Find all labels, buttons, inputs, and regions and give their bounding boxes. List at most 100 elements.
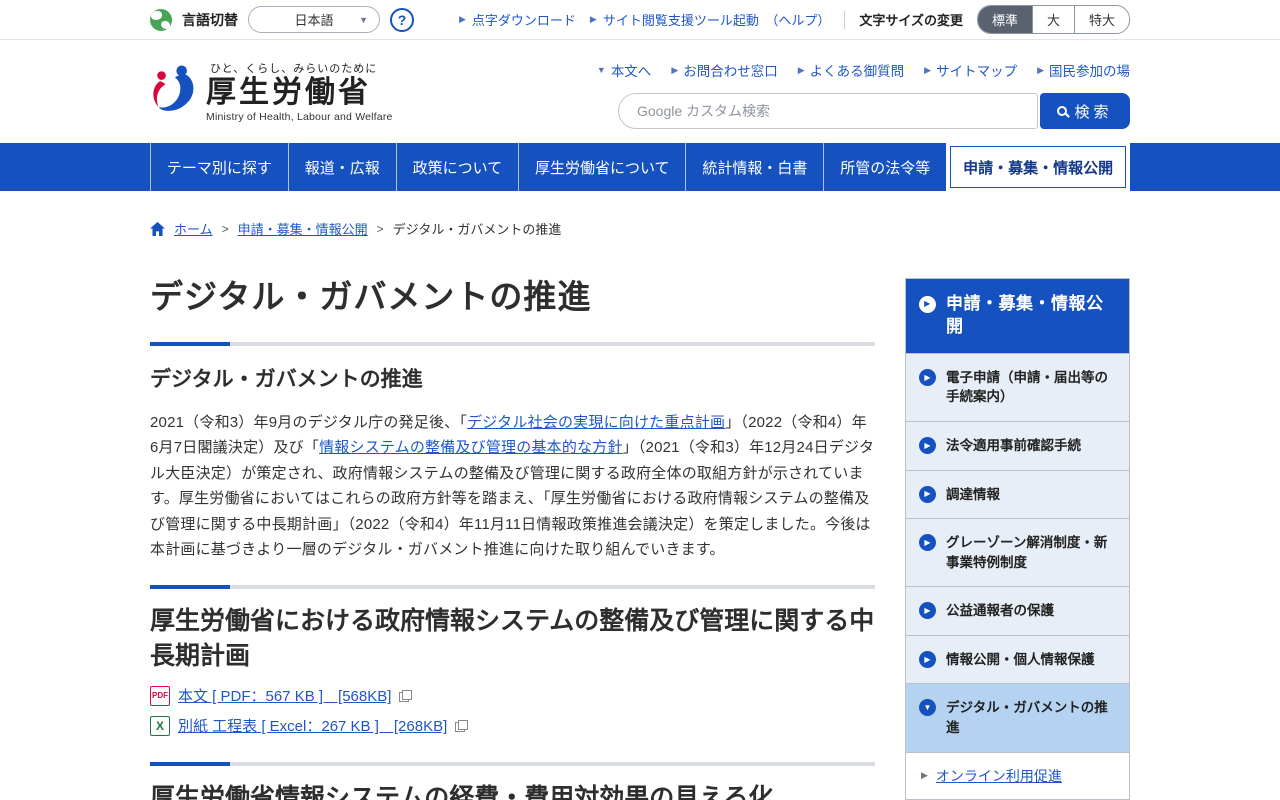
nav-item-2[interactable]: 政策について — [395, 143, 518, 191]
breadcrumb-link-1[interactable]: 申請・募集・情報公開 — [238, 219, 368, 238]
sidebar-item-7[interactable]: ▼ デジタル・ガバメントの推進 — [906, 684, 1129, 753]
sidebar-item-4[interactable]: ▶ グレーゾーン解消制度・新事業特例制度 — [906, 519, 1129, 588]
external-link-icon — [455, 719, 469, 732]
excel-icon: X — [150, 715, 170, 736]
page-title: デジタル・ガバメントの推進 — [150, 278, 592, 315]
sidebar-item-1[interactable]: ▶ 電子申請（申請・届出等の手続案内） — [906, 353, 1129, 422]
site-header: ひと、くらし、みらいのために 厚生労働省 Ministry of Health,… — [0, 40, 1280, 143]
quick-link-2[interactable]: よくある御質問 — [810, 60, 905, 80]
breadcrumb-current: デジタル・ガバメントの推進 — [392, 222, 562, 237]
sidebar-item-0[interactable]: ▶ 申請・募集・情報公開 — [906, 279, 1129, 354]
nav-item-3[interactable]: 厚生労働省について — [518, 143, 685, 191]
search-input[interactable] — [618, 93, 1038, 129]
circle-arrow-right-icon: ▶ — [919, 368, 936, 386]
sidebar-item-label: 法令適用事前確認手続 — [946, 438, 1081, 453]
search-button-label: 検索 — [1074, 103, 1113, 121]
mhlw-logo-icon — [150, 63, 198, 120]
pdf-icon: PDF — [150, 685, 170, 706]
file-list: PDF 本文 [ PDF：567 KB ] [568KB] X 別紙 工程表 [ Ex… — [150, 684, 875, 738]
file-row-0: PDF 本文 [ PDF：567 KB ] [568KB] — [150, 684, 875, 708]
content: デジタル・ガバメントの推進 デジタル・ガバメントの推進 2021（令和3）年9月… — [150, 238, 1130, 800]
intro-paragraph: 2021（令和3）年9月のデジタル庁の発足後、「デジタル社会の実現に向けた重点計… — [150, 413, 875, 559]
file-link-1[interactable]: 別紙 工程表 [ Excel：267 KB ] [268KB] — [178, 715, 447, 736]
main-column: デジタル・ガバメントの推進 デジタル・ガバメントの推進 2021（令和3）年9月… — [150, 238, 875, 800]
sidebar-item-label: 調達情報 — [946, 486, 1000, 502]
quick-link-0[interactable]: 本文へ — [611, 60, 652, 80]
nav-item-1[interactable]: 報道・広報 — [287, 143, 396, 191]
quick-link-3[interactable]: サイトマップ — [936, 60, 1017, 80]
quick-link-item: ▶ お問合わせ窓口 — [671, 60, 777, 80]
language-select[interactable]: 日本語 ▼ — [248, 6, 380, 33]
font-size-label: 文字サイズの変更 — [859, 13, 963, 28]
breadcrumb-trail: ホーム > 申請・募集・情報公開 > デジタル・ガバメントの推進 — [174, 219, 561, 238]
file-link-0[interactable]: 本文 [ PDF：567 KB ] [568KB] — [178, 685, 391, 706]
sidebar-item-6[interactable]: ▶ 情報公開・個人情報保護 — [906, 635, 1129, 685]
circle-arrow-right-icon: ▶ — [919, 534, 936, 552]
language-select-value: 日本語 — [294, 13, 334, 28]
inline-link[interactable]: 情報システムの整備及び管理の基本的な方針 — [319, 439, 623, 456]
quick-link-1[interactable]: お問合わせ窓口 — [683, 60, 778, 80]
circle-arrow-right-icon: ▶ — [919, 602, 936, 620]
utility-links: ▶ 点字ダウンロード ▶ サイト閲覧支援ツール起動 （ヘルプ） — [459, 10, 830, 29]
search-button[interactable]: 検索 — [1040, 93, 1130, 129]
circle-arrow-right-icon: ▶ — [919, 296, 936, 313]
sidebar: ▶ 申請・募集・情報公開 ▶ 電子申請（申請・届出等の手続案内） ▶ 法令適用事前確認手続… — [905, 278, 1130, 800]
logo-text: ひと、くらし、みらいのために 厚生労働省 Ministry of Health,… — [206, 60, 393, 123]
breadcrumb: ホーム > 申請・募集・情報公開 > デジタル・ガバメントの推進 — [150, 219, 1130, 238]
help-icon[interactable]: ? — [390, 7, 414, 32]
quick-link-4[interactable]: 国民参加の場 — [1049, 60, 1130, 80]
sidebar-item-label: 電子申請（申請・届出等の手続案内） — [946, 369, 1108, 405]
breadcrumb-link-0[interactable]: ホーム — [174, 219, 213, 238]
circle-arrow-down-icon: ▼ — [919, 699, 936, 717]
circle-arrow-right-icon: ▶ — [919, 437, 936, 454]
sidebar-item-label: グレーゾーン解消制度・新事業特例制度 — [946, 535, 1108, 570]
nav-item-4[interactable]: 統計情報・白書 — [685, 143, 823, 191]
sidebar-sub-link-0[interactable]: オンライン利用促進 — [936, 766, 1062, 786]
inline-link[interactable]: デジタル社会の実現に向けた重点計画 — [467, 414, 725, 431]
sidebar-item-label: デジタル・ガバメントの推進 — [946, 700, 1108, 735]
logo-tagline: ひと、くらし、みらいのために — [210, 63, 378, 76]
search-bar: 検索 — [618, 93, 1130, 129]
arrow-right-icon: ▶ — [458, 14, 466, 24]
arrow-down-icon: ▼ — [596, 65, 606, 75]
chevron-down-icon: ▼ — [359, 15, 368, 25]
circle-arrow-right-icon: ▶ — [919, 485, 936, 503]
global-nav-items: テーマ別に探す 報道・広報 政策について 厚生労働省について 統計情報・白書 所管の法令等… — [150, 143, 1130, 191]
globe-icon — [150, 8, 172, 31]
sidebar-sub-item-0: ▶ オンライン利用促進 — [906, 752, 1129, 800]
section-divider — [150, 341, 875, 346]
sidebar-item-label: 公益通報者の保護 — [946, 603, 1054, 619]
file-row-1: X 別紙 工程表 [ Excel：267 KB ] [268KB] — [150, 714, 875, 738]
utility-link[interactable]: サイト閲覧支援ツール起動 （ヘルプ） — [603, 10, 831, 29]
font-size-button-1[interactable]: 大 — [1031, 6, 1074, 33]
utility-link[interactable]: 点字ダウンロード — [472, 10, 576, 29]
utility-bar: 言語切替 日本語 ▼ ? ▶ 点字ダウンロード ▶ サイト閲覧支援ツール起動 （ヘルプ… — [0, 0, 1280, 40]
site-name: 厚生労働省 — [206, 76, 371, 110]
nav-item-6[interactable]: 申請・募集・情報公開 — [946, 143, 1130, 191]
circle-arrow-right-icon: ▶ — [919, 650, 936, 668]
nav-item-5[interactable]: 所管の法令等 — [823, 143, 946, 191]
sidebar-item-label: 情報公開・個人情報保護 — [946, 651, 1095, 667]
external-link-icon — [399, 689, 413, 702]
header-quick-links: ▼ 本文へ ▶ お問合わせ窓口 ▶ よくある御質問 ▶ サイトマップ ▶ 国民参加の場 — [597, 60, 1130, 80]
site-logo[interactable]: ひと、くらし、みらいのために 厚生労働省 Ministry of Health,… — [150, 60, 393, 123]
font-size-button-0[interactable]: 標準 — [977, 6, 1032, 33]
breadcrumb-separator: > — [376, 221, 384, 236]
quick-link-item: ▶ 国民参加の場 — [1037, 60, 1130, 80]
font-size-button-2[interactable]: 特大 — [1073, 6, 1129, 33]
sidebar-item-5[interactable]: ▶ 公益通報者の保護 — [906, 587, 1129, 636]
arrow-right-icon: ▶ — [921, 770, 928, 780]
breadcrumb-separator: > — [221, 221, 229, 236]
global-nav: テーマ別に探す 報道・広報 政策について 厚生労働省について 統計情報・白書 所管の法令等… — [0, 143, 1280, 191]
vertical-divider — [844, 10, 846, 29]
arrow-right-icon: ▶ — [924, 64, 932, 75]
nav-item-0[interactable]: テーマ別に探す — [150, 143, 288, 191]
sidebar-item-2[interactable]: ▶ 法令適用事前確認手続 — [906, 422, 1129, 471]
quick-link-item: ▶ よくある御質問 — [798, 60, 904, 80]
quick-link-item: ▼ 本文へ — [597, 60, 651, 80]
section2-heading: 厚生労働省における政府情報システムの整備及び管理に関する中長期計画 — [150, 606, 875, 670]
font-size-group: 標準大特大 — [976, 5, 1130, 34]
sidebar-item-3[interactable]: ▶ 調達情報 — [906, 470, 1129, 520]
language-switch-label: 言語切替 — [182, 11, 238, 28]
section1-heading: デジタル・ガバメントの推進 — [150, 367, 423, 391]
